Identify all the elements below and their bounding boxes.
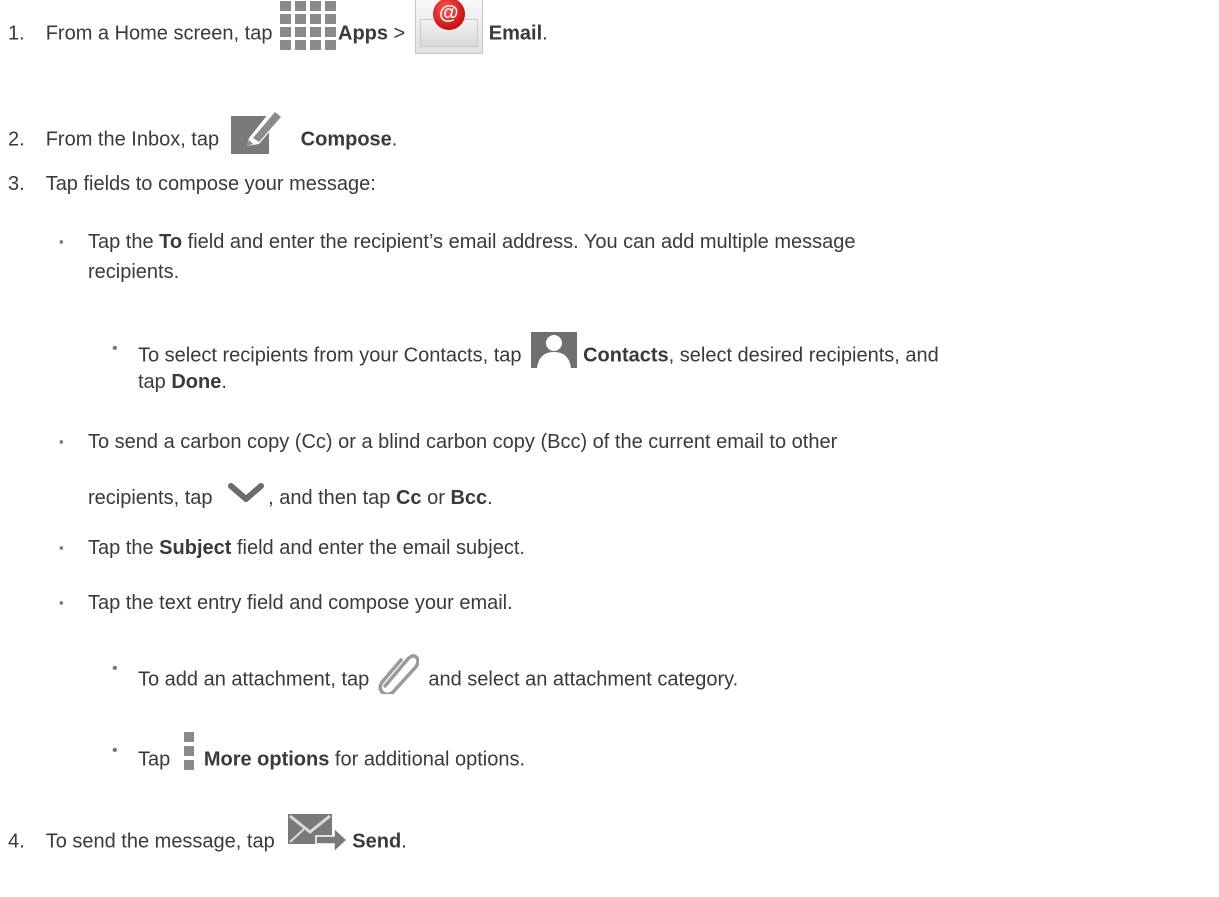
square-bullet: ▪ [59,540,64,555]
email-label: Email [488,22,543,45]
bullet-subject: Tap the Subject field and enter the emai… [88,537,525,559]
dot-bullet: • [112,660,118,677]
chevron-down-icon [228,482,265,504]
bullet-more: Tap More options for additional options. [138,732,525,780]
step-number: 4. [8,830,25,853]
bullet-cc: To send a carbon copy (Cc) or a blind ca… [88,431,838,453]
more-options-label: More options [203,748,330,771]
step-1: 1. From a Home screen, tap Apps > @ Email. [8,0,548,64]
done-label: Done [171,371,222,393]
more-options-icon [183,732,194,772]
bullet-contacts: To select recipients from your Contacts,… [138,332,939,374]
bullet-text: Tap the text entry field and compose you… [88,592,513,614]
send-icon [286,812,349,854]
bullet-to-cont: recipients. [88,261,180,283]
apps-label: Apps [338,22,388,45]
step-number: 1. [8,22,25,45]
step-3: 3. Tap fields to compose your message: [8,173,376,195]
dot-bullet: • [112,742,118,759]
square-bullet: ▪ [59,595,64,610]
contacts-label: Contacts [583,344,669,367]
dot-bullet: • [112,340,118,357]
bullet-attach: To add an attachment, tap and select an … [138,654,738,702]
step-number: 2. [8,128,25,151]
send-label: Send [352,830,402,853]
compose-icon [229,104,287,156]
square-bullet: ▪ [59,234,64,249]
square-bullet: ▪ [59,434,64,449]
email-app-icon: @ [414,0,483,54]
step-2: 2. From the Inbox, tap Compose. [8,108,397,166]
step-4: 4. To send the message, tap Send. [8,814,407,862]
paperclip-icon [377,650,420,697]
contacts-icon [531,332,578,368]
bullet-to: Tap the To field and enter the recipient… [88,231,856,253]
compose-label: Compose [300,128,392,151]
step-number: 3. [8,173,25,195]
bullet-contacts-cont: tap Done. [138,371,227,393]
bullet-cc-cont: recipients, tap , and then tap Cc or Bcc… [88,482,493,512]
apps-grid-icon [280,1,336,51]
